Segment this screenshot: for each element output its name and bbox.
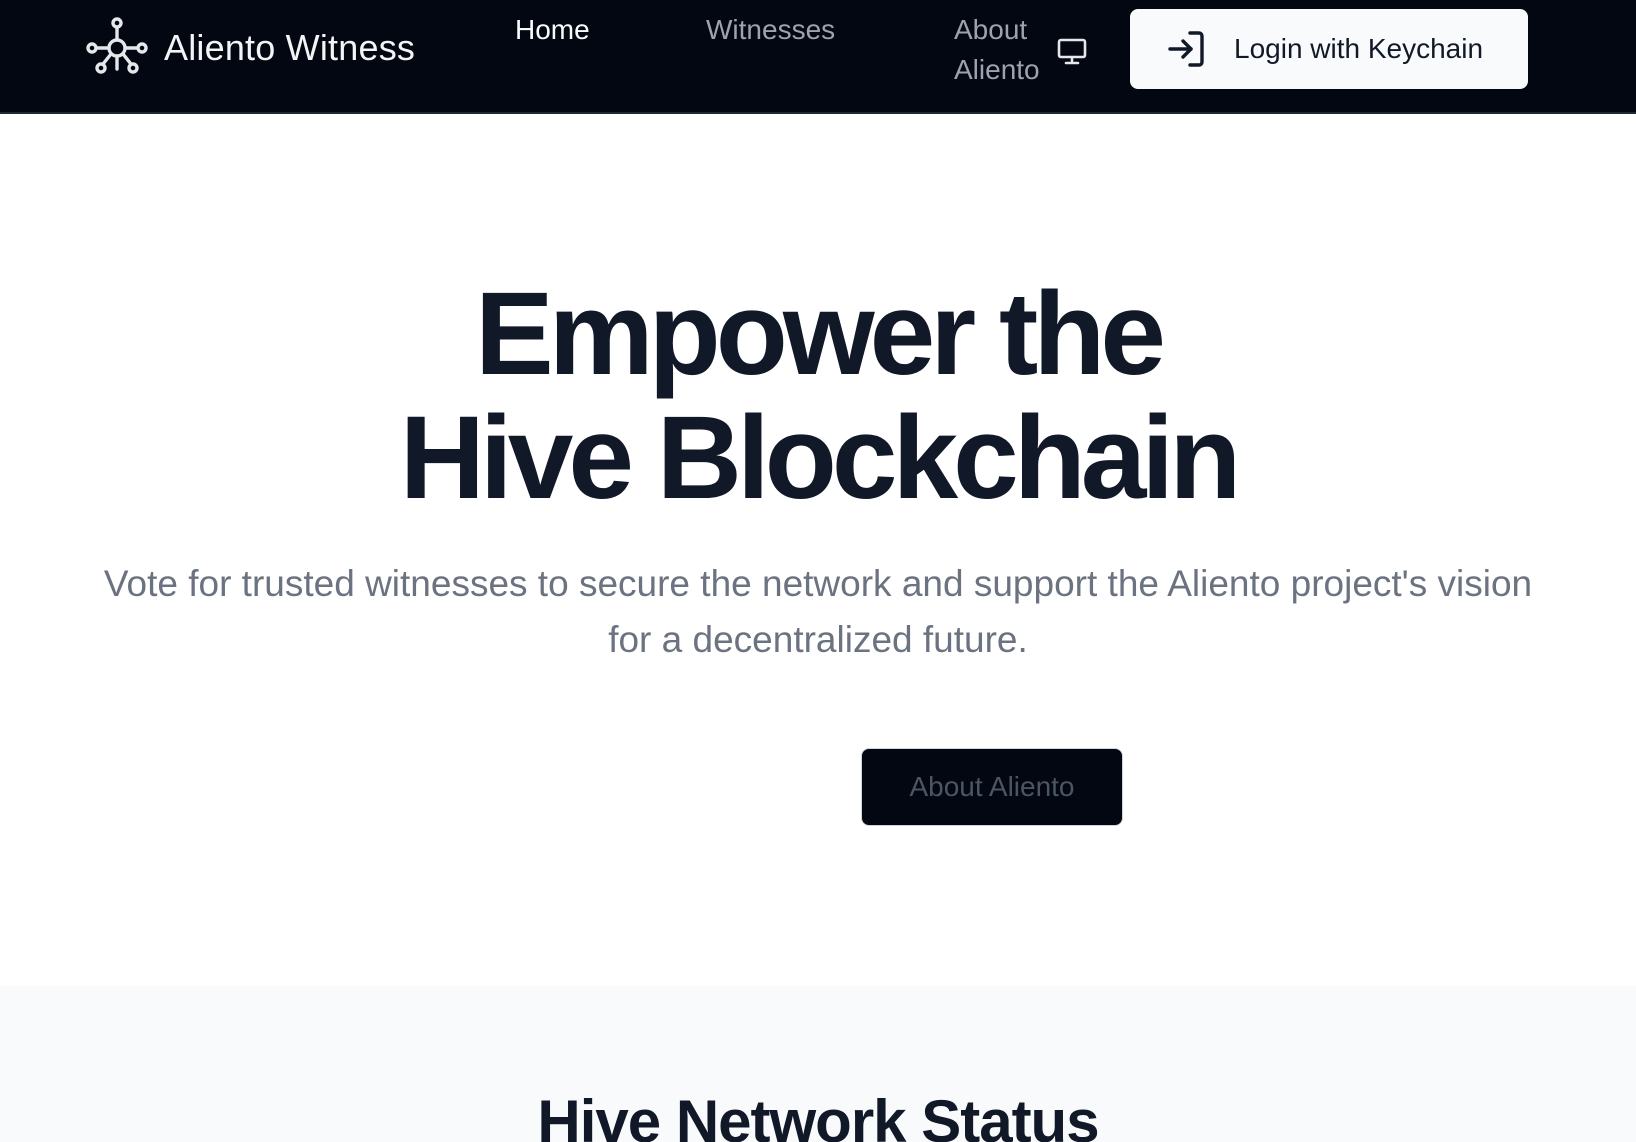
nav-home-link[interactable]: Home	[515, 10, 590, 50]
hero-title-line-2: Hive Blockchain	[399, 392, 1242, 524]
hero-title-line-1: Empower the	[475, 268, 1166, 400]
login-button-label: Login with Keychain	[1234, 33, 1484, 64]
log-in-arrow-icon	[1168, 31, 1204, 67]
hero-title: Empower the Hive Blockchain	[0, 272, 1636, 520]
network-status-title: Hive Network Status	[537, 1088, 1099, 1142]
nav-about-label: About Aliento	[954, 14, 1040, 85]
nav-witnesses-link[interactable]: Witnesses	[706, 10, 835, 50]
network-status-section: Hive Network Status	[0, 986, 1636, 1142]
monitor-icon	[1057, 38, 1087, 65]
top-navbar: Aliento Witness Home Witnesses About Ali…	[0, 0, 1636, 114]
hero-subtitle: Vote for trusted witnesses to secure the…	[103, 563, 1533, 660]
nav-about-link[interactable]: About Aliento	[954, 10, 1088, 90]
brand-name: Aliento Witness	[164, 27, 416, 68]
about-aliento-button[interactable]: About Aliento	[861, 748, 1123, 826]
login-with-keychain-button[interactable]: Login with Keychain	[1130, 9, 1528, 89]
brand-link[interactable]: Aliento Witness	[86, 17, 416, 78]
network-nodes-icon	[86, 17, 148, 74]
